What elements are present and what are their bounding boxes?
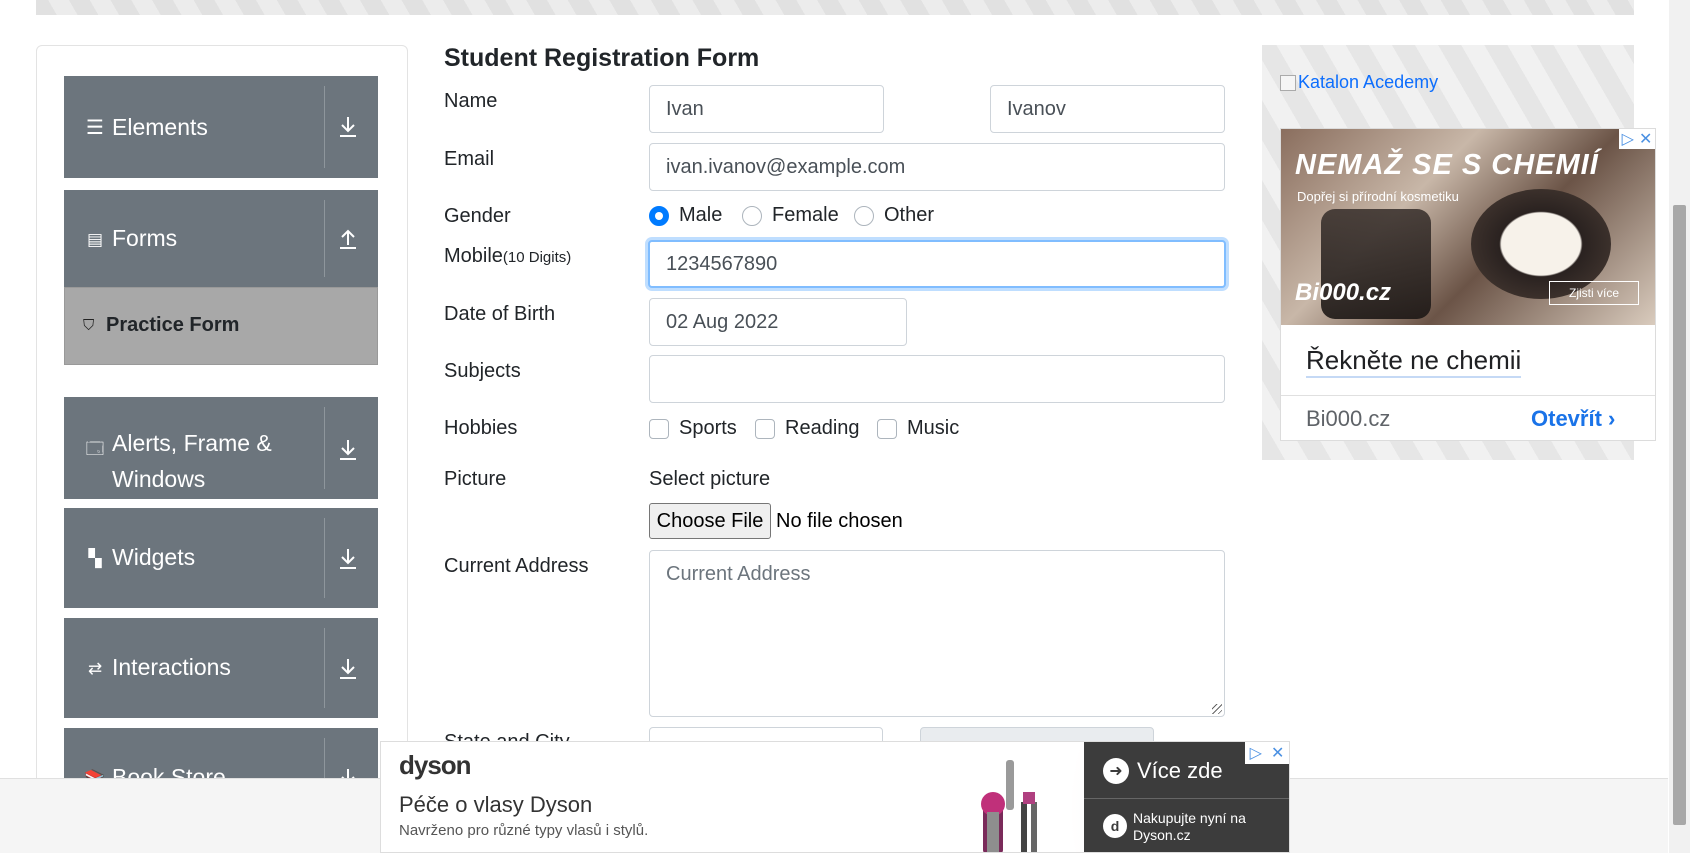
radio-label: Other <box>884 204 935 226</box>
hobbies-label: Hobbies <box>444 417 518 439</box>
textarea-placeholder: Current Address <box>666 563 811 585</box>
radio-label: Male <box>679 204 723 226</box>
ad-subheadline: Dopřej si přírodní kosmetiku <box>1297 189 1459 204</box>
hobby-checkbox-reading[interactable]: Reading <box>755 417 860 440</box>
image-alt-text: Katalon Acedemy <box>1298 72 1439 92</box>
adchoices-icon[interactable]: ▷ <box>1250 743 1262 763</box>
adchoices-icon[interactable]: ▷ <box>1622 129 1634 149</box>
html5-icon: ⛉ <box>83 317 95 334</box>
cta-label: Více zde <box>1137 758 1223 783</box>
gender-radio-other[interactable]: Other <box>854 204 934 227</box>
dyson-logo: dyson <box>399 750 472 780</box>
no-file-chosen-text: No file chosen <box>776 510 903 532</box>
name-label: Name <box>444 90 498 112</box>
sidebar-group-forms[interactable]: ▤ Forms <box>64 190 378 287</box>
download-arrow-icon <box>336 654 360 684</box>
checkbox-label: Reading <box>785 417 860 439</box>
sidebar-group-label: Interactions <box>112 654 231 680</box>
ad-open-button[interactable]: Otevřít › <box>1531 406 1615 432</box>
ad-brand-logo: Bi000.cz <box>1295 279 1392 306</box>
widgets-icon: ▚ <box>88 549 102 568</box>
vice-zde-button[interactable]: ➜ Více zde <box>1103 758 1223 784</box>
hobby-checkbox-sports[interactable]: Sports <box>649 417 737 440</box>
last-name-input[interactable]: Ivanov <box>990 85 1225 133</box>
sidebar: ☰ Elements ▤ Forms ⛉ Practice Form 🗔 Ale… <box>36 45 408 805</box>
resize-grip-icon[interactable] <box>1212 704 1222 714</box>
mobile-input[interactable]: 1234567890 <box>648 240 1226 288</box>
sidebar-group-alerts-frame-windows[interactable]: 🗔 Alerts, Frame & Windows <box>64 397 378 499</box>
download-arrow-icon <box>336 435 360 465</box>
date-of-birth-input[interactable]: 02 Aug 2022 <box>649 298 907 346</box>
subjects-label: Subjects <box>444 360 521 382</box>
checkbox-box[interactable] <box>877 418 897 439</box>
bottom-ad-subtitle: Navrženo pro různé typy vlasů i stylů. <box>399 822 649 839</box>
mobile-label: Mobile(10 Digits) <box>444 245 571 268</box>
current-address-label: Current Address <box>444 555 589 577</box>
checkbox-label: Music <box>907 417 960 439</box>
close-icon[interactable]: ✕ <box>1271 743 1284 763</box>
select-picture-label: Select picture <box>649 468 771 490</box>
sidebar-group-label: Elements <box>112 114 208 140</box>
checkbox-box[interactable] <box>755 418 775 439</box>
sidebar-group-widgets[interactable]: ▚ Widgets <box>64 508 378 608</box>
radio-unchecked[interactable] <box>854 205 874 226</box>
email-label: Email <box>444 148 495 170</box>
dyson-d-icon: d <box>1103 814 1127 838</box>
bottom-ad-close-controls[interactable]: ▷ ✕ <box>1245 742 1289 764</box>
ad-title[interactable]: Řekněte ne chemii <box>1306 345 1522 378</box>
shop-now-link[interactable]: Nakupujte nyní na Dyson.cz <box>1133 810 1273 844</box>
page-title: Student Registration Form <box>444 44 760 72</box>
katalon-ad-link[interactable]: Katalon Acedemy <box>1280 72 1438 93</box>
arrow-right-icon: ➜ <box>1103 758 1129 784</box>
choose-file-button[interactable]: Choose File <box>649 503 771 539</box>
sidebar-group-label: Widgets <box>112 544 196 570</box>
sidebar-group-label: Alerts, Frame & <box>112 430 272 456</box>
window-icon: 🗔 <box>85 438 105 458</box>
download-arrow-icon <box>336 112 360 142</box>
sidebar-group-elements[interactable]: ☰ Elements <box>64 76 378 178</box>
document-icon: ▤ <box>86 230 104 249</box>
hobby-checkbox-music[interactable]: Music <box>877 417 959 440</box>
side-ad-card[interactable]: NEMAŽ SE S CHEMIÍ Dopřej si přírodní kos… <box>1280 128 1656 441</box>
checkbox-label: Sports <box>679 417 737 439</box>
scrollbar-thumb[interactable] <box>1673 205 1686 825</box>
upload-arrow-icon <box>336 224 360 254</box>
ad-close-controls[interactable]: ▷ ✕ <box>1619 129 1655 149</box>
ad-domain: Bi000.cz <box>1306 406 1391 431</box>
sidebar-group-label: Forms <box>112 225 178 251</box>
mobile-hint: (10 Digits) <box>502 249 572 266</box>
gender-label: Gender <box>444 205 511 227</box>
radio-checked[interactable] <box>649 205 669 226</box>
ad-cta-small-button[interactable]: Zjisti více <box>1549 281 1639 305</box>
bottom-ad-banner[interactable]: dyson Péče o vlasy Dyson Navrženo pro rů… <box>380 741 1290 853</box>
gender-radio-female[interactable]: Female <box>742 204 839 227</box>
first-name-input[interactable]: Ivan <box>649 85 884 133</box>
radio-label: Female <box>772 204 839 226</box>
sidebar-group-label-line2: Windows <box>112 466 206 492</box>
broken-image-icon <box>1280 74 1296 91</box>
close-icon[interactable]: ✕ <box>1639 129 1652 149</box>
radio-unchecked[interactable] <box>742 205 762 226</box>
gender-radio-male[interactable]: Male <box>649 204 722 227</box>
subjects-input[interactable] <box>649 355 1225 403</box>
picture-label: Picture <box>444 468 507 490</box>
ad-open-label: Otevřít <box>1531 406 1602 431</box>
sidebar-item-label: Practice Form <box>106 314 240 336</box>
ad-headline: NEMAŽ SE S CHEMIÍ <box>1295 149 1599 181</box>
email-input[interactable]: ivan.ivanov@example.com <box>649 143 1225 191</box>
bottom-ad-title: Péče o vlasy Dyson <box>399 792 593 817</box>
current-address-textarea[interactable]: Current Address <box>649 550 1225 717</box>
checkbox-box[interactable] <box>649 418 669 439</box>
dob-label: Date of Birth <box>444 303 556 325</box>
sidebar-group-interactions[interactable]: ⇄ Interactions <box>64 618 378 718</box>
ad-image[interactable]: NEMAŽ SE S CHEMIÍ Dopřej si přírodní kos… <box>1281 129 1655 325</box>
sidebar-item-practice-form[interactable]: ⛉ Practice Form <box>64 287 378 365</box>
top-banner <box>36 0 1634 15</box>
mobile-label-text: Mobile <box>444 245 503 267</box>
interactions-icon: ⇄ <box>87 659 103 678</box>
download-arrow-icon <box>336 544 360 574</box>
chevron-right-icon: › <box>1608 406 1616 431</box>
hamburger-icon: ☰ <box>86 116 104 139</box>
